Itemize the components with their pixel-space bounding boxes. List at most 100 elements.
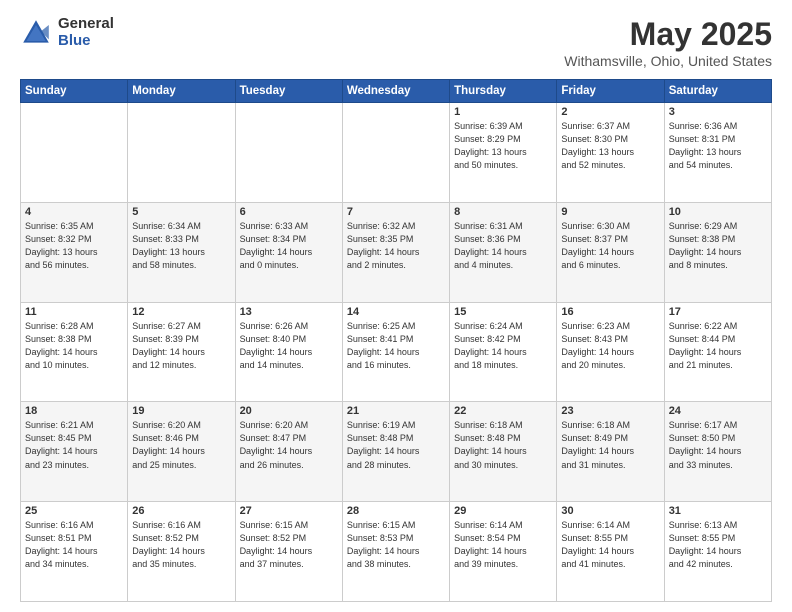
day-number: 21	[347, 405, 445, 417]
day-number: 4	[25, 206, 123, 218]
day-number: 15	[454, 306, 552, 318]
day-info: Sunrise: 6:37 AM Sunset: 8:30 PM Dayligh…	[561, 120, 659, 172]
col-sunday: Sunday	[21, 80, 128, 103]
day-number: 20	[240, 405, 338, 417]
table-row: 3Sunrise: 6:36 AM Sunset: 8:31 PM Daylig…	[664, 103, 771, 203]
logo: General Blue	[20, 16, 114, 49]
logo-text: General Blue	[58, 16, 114, 49]
day-number: 19	[132, 405, 230, 417]
calendar-table: Sunday Monday Tuesday Wednesday Thursday…	[20, 79, 772, 602]
day-info: Sunrise: 6:15 AM Sunset: 8:52 PM Dayligh…	[240, 519, 338, 571]
table-row: 4Sunrise: 6:35 AM Sunset: 8:32 PM Daylig…	[21, 202, 128, 302]
day-number: 26	[132, 505, 230, 517]
col-saturday: Saturday	[664, 80, 771, 103]
table-row: 1 Sunrise: 6:39 AM Sunset: 8:29 PM Daylig…	[450, 103, 557, 203]
day-number: 14	[347, 306, 445, 318]
table-row	[21, 103, 128, 203]
day-number: 30	[561, 505, 659, 517]
day-info: Sunrise: 6:16 AM Sunset: 8:51 PM Dayligh…	[25, 519, 123, 571]
table-row: 23 Sunrise: 6:18 AM Sunset: 8:49 PM Dayli…	[557, 402, 664, 502]
table-row: 27 Sunrise: 6:15 AM Sunset: 8:52 PM Dayli…	[235, 502, 342, 602]
location: Withamsville, Ohio, United States	[564, 53, 772, 69]
table-row: 20Sunrise: 6:20 AM Sunset: 8:47 PM Dayli…	[235, 402, 342, 502]
day-info: Sunrise: 6:18 AM Sunset: 8:49 PM Dayligh…	[561, 419, 659, 471]
day-number: 11	[25, 306, 123, 318]
day-info: Sunrise: 6:25 AM Sunset: 8:41 PM Dayligh…	[347, 320, 445, 372]
table-row: 8Sunrise: 6:31 AM Sunset: 8:36 PM Daylig…	[450, 202, 557, 302]
day-info: Sunrise: 6:21 AM Sunset: 8:45 PM Dayligh…	[25, 419, 123, 471]
day-info: Sunrise: 6:29 AM Sunset: 8:38 PM Dayligh…	[669, 220, 767, 272]
table-row: 9Sunrise: 6:30 AM Sunset: 8:37 PM Daylig…	[557, 202, 664, 302]
col-tuesday: Tuesday	[235, 80, 342, 103]
day-info: Sunrise: 6:15 AM Sunset: 8:53 PM Dayligh…	[347, 519, 445, 571]
day-info: Sunrise: 6:13 AM Sunset: 8:55 PM Dayligh…	[669, 519, 767, 571]
table-row: 31 Sunrise: 6:13 AM Sunset: 8:55 PM Dayli…	[664, 502, 771, 602]
table-row: 2 Sunrise: 6:37 AM Sunset: 8:30 PM Daylig…	[557, 103, 664, 203]
day-info: Sunrise: 6:32 AM Sunset: 8:35 PM Dayligh…	[347, 220, 445, 272]
day-info: Sunrise: 6:23 AM Sunset: 8:43 PM Dayligh…	[561, 320, 659, 372]
col-thursday: Thursday	[450, 80, 557, 103]
day-number: 3	[669, 106, 767, 118]
calendar-row-2: 4Sunrise: 6:35 AM Sunset: 8:32 PM Daylig…	[21, 202, 772, 302]
day-info: Sunrise: 6:28 AM Sunset: 8:38 PM Dayligh…	[25, 320, 123, 372]
day-number: 28	[347, 505, 445, 517]
calendar-row-5: 25Sunrise: 6:16 AM Sunset: 8:51 PM Dayli…	[21, 502, 772, 602]
day-number: 6	[240, 206, 338, 218]
col-monday: Monday	[128, 80, 235, 103]
table-row: 18 Sunrise: 6:21 AM Sunset: 8:45 PM Dayli…	[21, 402, 128, 502]
day-info: Sunrise: 6:14 AM Sunset: 8:54 PM Dayligh…	[454, 519, 552, 571]
day-info: Sunrise: 6:22 AM Sunset: 8:44 PM Dayligh…	[669, 320, 767, 372]
day-info: Sunrise: 6:19 AM Sunset: 8:48 PM Dayligh…	[347, 419, 445, 471]
day-number: 1	[454, 106, 552, 118]
logo-general: General	[58, 16, 114, 33]
day-number: 2	[561, 106, 659, 118]
day-info: Sunrise: 6:24 AM Sunset: 8:42 PM Dayligh…	[454, 320, 552, 372]
table-row	[128, 103, 235, 203]
day-number: 13	[240, 306, 338, 318]
page: General Blue May 2025 Withamsville, Ohio…	[0, 0, 792, 612]
day-number: 12	[132, 306, 230, 318]
table-row: 26 Sunrise: 6:16 AM Sunset: 8:52 PM Dayli…	[128, 502, 235, 602]
day-number: 22	[454, 405, 552, 417]
day-number: 9	[561, 206, 659, 218]
day-number: 18	[25, 405, 123, 417]
day-info: Sunrise: 6:20 AM Sunset: 8:46 PM Dayligh…	[132, 419, 230, 471]
table-row: 12Sunrise: 6:27 AM Sunset: 8:39 PM Dayli…	[128, 302, 235, 402]
col-friday: Friday	[557, 80, 664, 103]
day-info: Sunrise: 6:14 AM Sunset: 8:55 PM Dayligh…	[561, 519, 659, 571]
table-row	[235, 103, 342, 203]
day-number: 23	[561, 405, 659, 417]
calendar-row-4: 18 Sunrise: 6:21 AM Sunset: 8:45 PM Dayli…	[21, 402, 772, 502]
table-row: 15 Sunrise: 6:24 AM Sunset: 8:42 PM Dayli…	[450, 302, 557, 402]
day-info: Sunrise: 6:39 AM Sunset: 8:29 PM Dayligh…	[454, 120, 552, 172]
table-row: 25Sunrise: 6:16 AM Sunset: 8:51 PM Dayli…	[21, 502, 128, 602]
day-number: 27	[240, 505, 338, 517]
logo-icon	[20, 17, 52, 49]
day-info: Sunrise: 6:17 AM Sunset: 8:50 PM Dayligh…	[669, 419, 767, 471]
day-number: 17	[669, 306, 767, 318]
table-row: 5 Sunrise: 6:34 AM Sunset: 8:33 PM Daylig…	[128, 202, 235, 302]
day-info: Sunrise: 6:33 AM Sunset: 8:34 PM Dayligh…	[240, 220, 338, 272]
day-info: Sunrise: 6:34 AM Sunset: 8:33 PM Dayligh…	[132, 220, 230, 272]
day-info: Sunrise: 6:26 AM Sunset: 8:40 PM Dayligh…	[240, 320, 338, 372]
table-row: 6 Sunrise: 6:33 AM Sunset: 8:34 PM Daylig…	[235, 202, 342, 302]
day-number: 24	[669, 405, 767, 417]
col-wednesday: Wednesday	[342, 80, 449, 103]
month-title: May 2025	[564, 16, 772, 53]
calendar-row-1: 1 Sunrise: 6:39 AM Sunset: 8:29 PM Daylig…	[21, 103, 772, 203]
day-number: 8	[454, 206, 552, 218]
table-row: 11 Sunrise: 6:28 AM Sunset: 8:38 PM Dayli…	[21, 302, 128, 402]
table-row: 14 Sunrise: 6:25 AM Sunset: 8:41 PM Dayli…	[342, 302, 449, 402]
table-row: 22 Sunrise: 6:18 AM Sunset: 8:48 PM Dayli…	[450, 402, 557, 502]
title-block: May 2025 Withamsville, Ohio, United Stat…	[564, 16, 772, 69]
day-number: 10	[669, 206, 767, 218]
table-row: 29 Sunrise: 6:14 AM Sunset: 8:54 PM Dayli…	[450, 502, 557, 602]
day-number: 29	[454, 505, 552, 517]
day-number: 31	[669, 505, 767, 517]
table-row: 7 Sunrise: 6:32 AM Sunset: 8:35 PM Daylig…	[342, 202, 449, 302]
day-number: 7	[347, 206, 445, 218]
day-info: Sunrise: 6:18 AM Sunset: 8:48 PM Dayligh…	[454, 419, 552, 471]
table-row: 30 Sunrise: 6:14 AM Sunset: 8:55 PM Dayli…	[557, 502, 664, 602]
day-info: Sunrise: 6:16 AM Sunset: 8:52 PM Dayligh…	[132, 519, 230, 571]
day-number: 5	[132, 206, 230, 218]
